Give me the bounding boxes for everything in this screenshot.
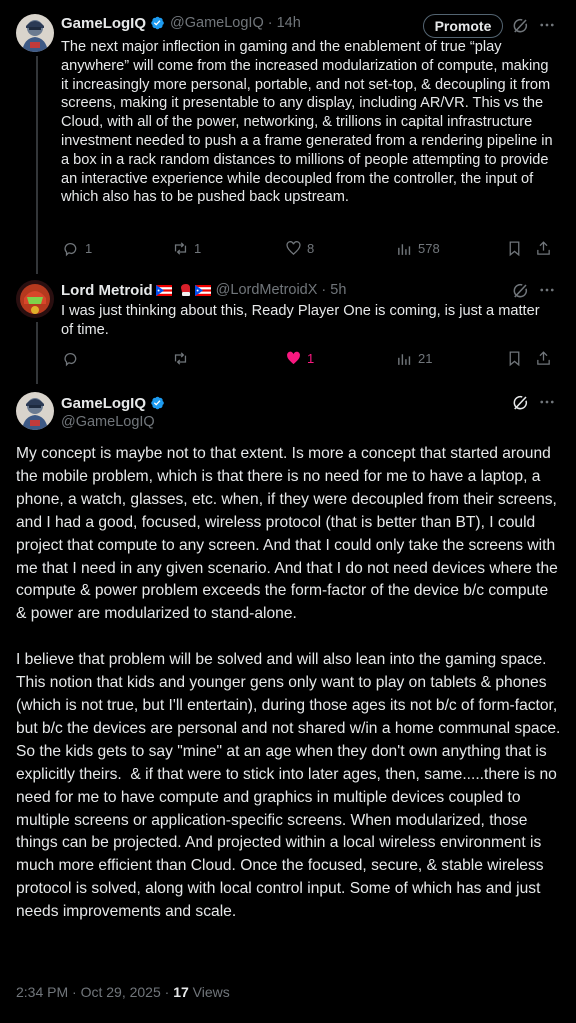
repost-icon (172, 240, 189, 257)
view-count: 578 (418, 241, 440, 256)
views-icon (396, 240, 413, 257)
grok-icon[interactable] (511, 17, 529, 35)
repost-count: 1 (194, 241, 202, 256)
repost-icon (172, 350, 189, 367)
share-icon (535, 240, 552, 257)
tweet-header: Lord Metroid @LordMetroidX · 5h (61, 280, 346, 300)
flag-icon (194, 284, 211, 296)
handle[interactable]: @GameLogIQ (170, 15, 264, 31)
share-button[interactable] (535, 240, 552, 257)
reply-button[interactable]: 1 (63, 240, 92, 257)
share-button[interactable] (535, 350, 552, 367)
tweet-gamelogiq-1[interactable]: GameLogIQ @GameLogIQ · 14h Promote The n… (0, 0, 576, 274)
reply-button[interactable] (63, 350, 80, 367)
tweet-gamelogiq-main: GameLogIQ @GameLogIQ My concept is maybe… (0, 382, 576, 1023)
more-icon[interactable] (538, 16, 556, 34)
more-icon[interactable] (538, 393, 556, 411)
display-name[interactable]: Lord Metroid (61, 282, 153, 299)
action-bar: 1 1 8 578 (61, 240, 555, 260)
tweet-lord-metroid[interactable]: Lord Metroid @LordMetroidX · 5h I was ju… (0, 270, 576, 384)
repost-button[interactable]: 1 (172, 240, 201, 257)
tweet-text: I was just thinking about this, Ready Pl… (61, 303, 540, 338)
like-count: 8 (307, 241, 315, 256)
handle[interactable]: @LordMetroidX (216, 282, 318, 298)
tweet-text: The next major inflection in gaming and … (61, 39, 553, 206)
like-button[interactable]: 8 (285, 240, 314, 257)
post-timestamp[interactable]: 2:34 PM · Oct 29, 2025 · (16, 984, 169, 1000)
views-button[interactable]: 21 (396, 350, 432, 367)
handle[interactable]: @GameLogIQ (61, 414, 155, 430)
reply-icon (63, 350, 80, 367)
view-count: 17 (173, 984, 189, 1000)
tweet-header: GameLogIQ @GameLogIQ · 14h (61, 13, 301, 33)
thread-line (36, 56, 38, 274)
verified-badge-icon (149, 15, 165, 31)
separator-dot: · (267, 15, 273, 31)
avatar[interactable] (16, 280, 54, 318)
verified-badge-icon (149, 395, 165, 411)
views-button[interactable]: 578 (396, 240, 440, 257)
separator-dot: · (321, 282, 327, 298)
bookmark-icon (506, 240, 523, 257)
bookmark-button[interactable] (506, 240, 523, 257)
action-bar: 1 21 (61, 350, 555, 370)
timestamp[interactable]: 5h (330, 282, 346, 298)
grok-icon[interactable] (511, 394, 529, 412)
timestamp[interactable]: 14h (277, 15, 301, 31)
tweet-meta: 2:34 PM · Oct 29, 2025 · 17 Views (16, 984, 230, 1000)
view-count: 21 (418, 351, 433, 366)
like-count: 1 (307, 351, 315, 366)
author-name-row: GameLogIQ (61, 393, 165, 413)
like-icon (285, 240, 302, 257)
display-name[interactable]: GameLogIQ (61, 395, 146, 412)
like-icon (285, 350, 302, 367)
share-icon (535, 350, 552, 367)
reply-count: 1 (85, 241, 93, 256)
like-button[interactable]: 1 (285, 350, 314, 367)
more-icon[interactable] (538, 281, 556, 299)
repost-button[interactable] (172, 350, 189, 367)
bookmark-icon (506, 350, 523, 367)
boxing-glove-icon (178, 283, 192, 297)
tweet-text: My concept is maybe not to that extent. … (16, 445, 561, 921)
promote-button[interactable]: Promote (423, 14, 503, 38)
avatar[interactable] (16, 14, 54, 52)
reply-icon (63, 240, 80, 257)
flag-icon (155, 284, 172, 296)
grok-icon[interactable] (511, 282, 529, 300)
display-name[interactable]: GameLogIQ (61, 15, 146, 32)
views-icon (396, 350, 413, 367)
thread-line (36, 322, 38, 384)
author-handle-row: @GameLogIQ (61, 412, 155, 432)
bookmark-button[interactable] (506, 350, 523, 367)
views-label: Views (192, 984, 230, 1000)
avatar[interactable] (16, 392, 54, 430)
